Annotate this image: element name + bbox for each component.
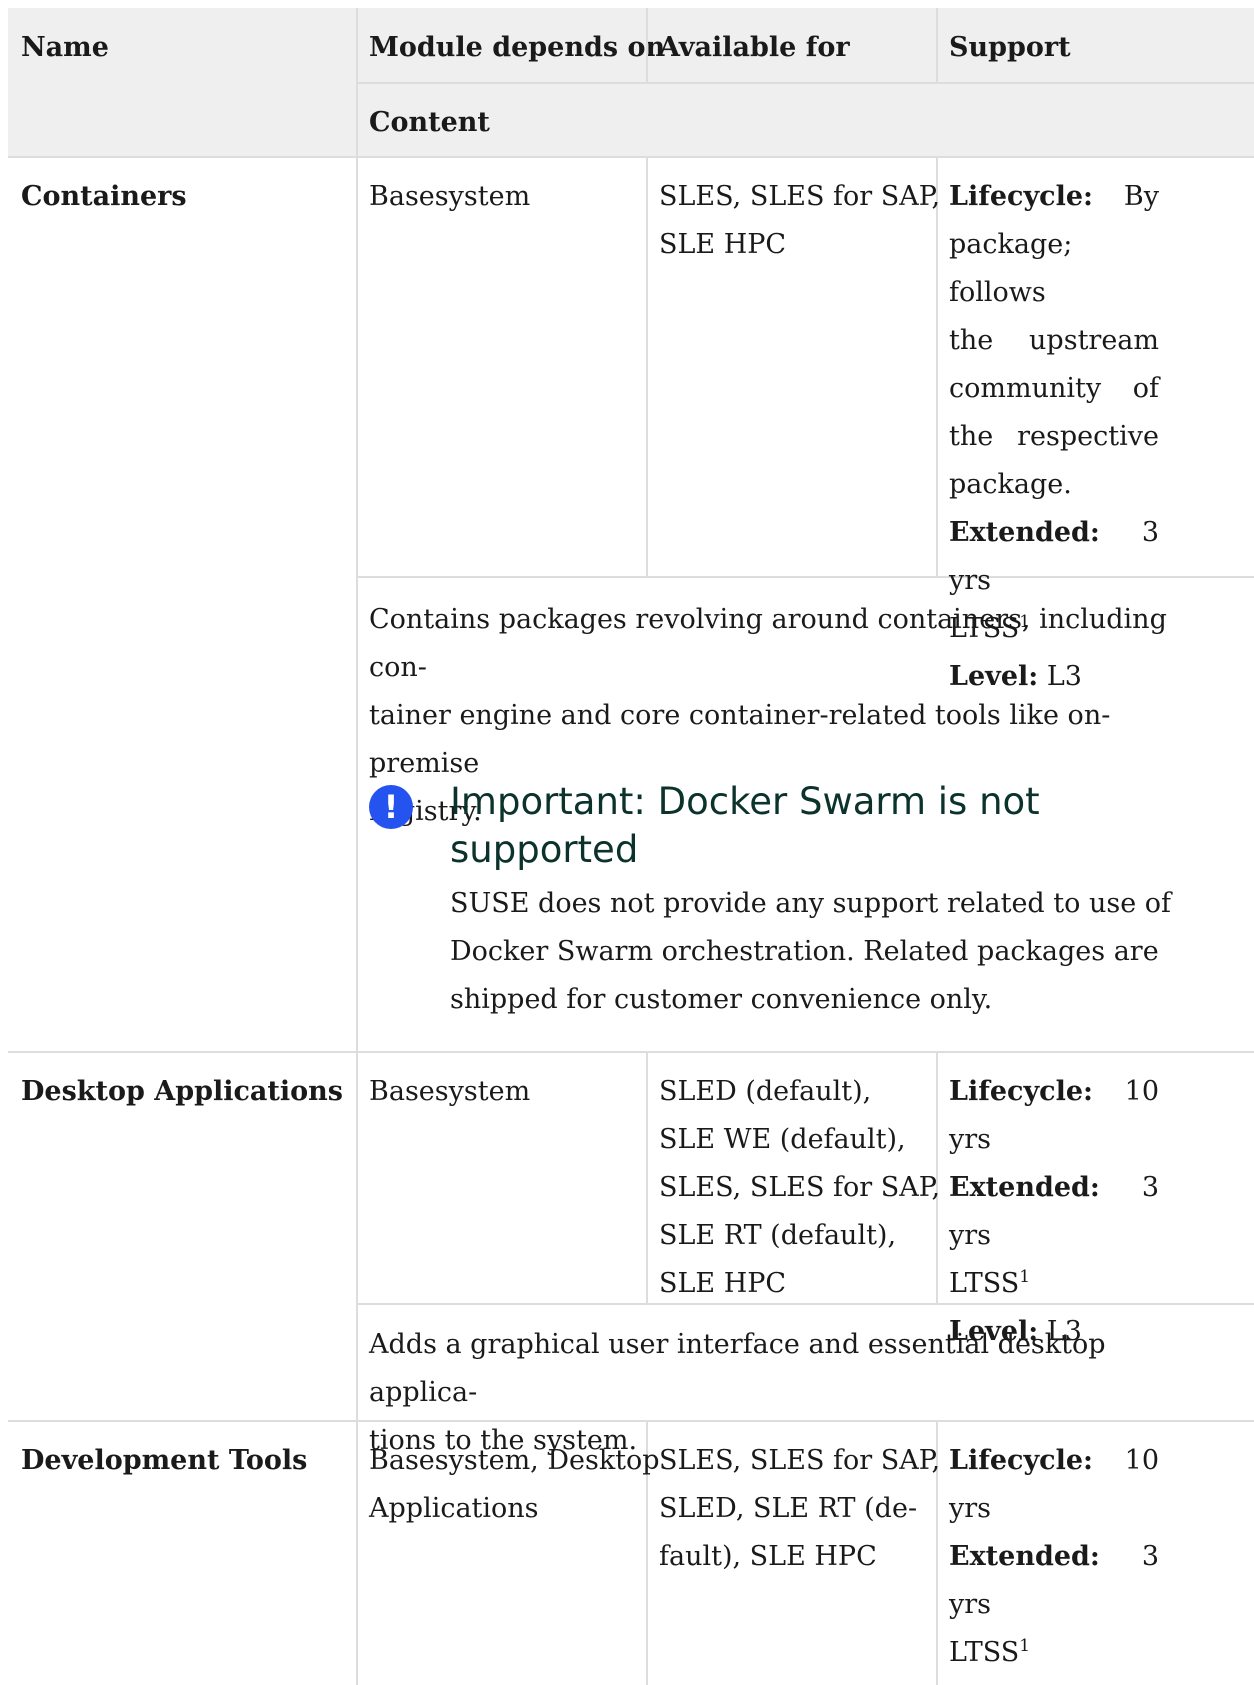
row-depends: Basesystem <box>369 181 531 212</box>
exclamation-icon: ! <box>369 785 413 829</box>
important-title: Important: Docker Swarm is not supported <box>450 780 1040 871</box>
row-available: SLED (default), SLE WE (default), SLES, … <box>659 1076 941 1299</box>
row-support: Lifecycle: 10 yrs Extended: 3 yrs LTSS1 <box>949 1445 1159 1668</box>
rule-row1-bottom <box>8 1051 1254 1053</box>
row-depends: Basesystem <box>369 1076 531 1107</box>
row-available: SLES, SLES for SAP, SLE HPC <box>659 181 941 260</box>
rule-header-bottom <box>8 156 1254 158</box>
rule-col-support-hdr <box>936 8 938 83</box>
row-name: Development Tools <box>21 1445 308 1476</box>
header-name: Name <box>21 32 109 63</box>
rule-col-available-r2 <box>646 1052 648 1304</box>
rule-col-available-r1 <box>646 157 648 577</box>
rule-col-available-hdr <box>646 8 648 83</box>
header-depends: Module depends on <box>369 32 666 63</box>
rule-header-inner <box>358 82 1254 84</box>
row-available: SLES, SLES for SAP, SLED, SLE RT (de- fa… <box>659 1445 941 1572</box>
row-name: Containers <box>21 181 187 212</box>
row-depends: Basesystem, Desktop Applications <box>369 1445 660 1524</box>
module-table: Name Module depends on Available for Sup… <box>8 8 1254 1685</box>
header-content: Content <box>369 107 490 138</box>
row-support: Lifecycle: 10 yrs Extended: 3 yrs LTSS1 … <box>949 1076 1159 1347</box>
header-available: Available for <box>659 32 850 63</box>
rule-col-depends <box>356 8 358 1685</box>
row-name: Desktop Applications <box>21 1076 343 1107</box>
important-body: SUSE does not provide any support relate… <box>450 888 1172 1015</box>
header-support: Support <box>949 32 1071 63</box>
